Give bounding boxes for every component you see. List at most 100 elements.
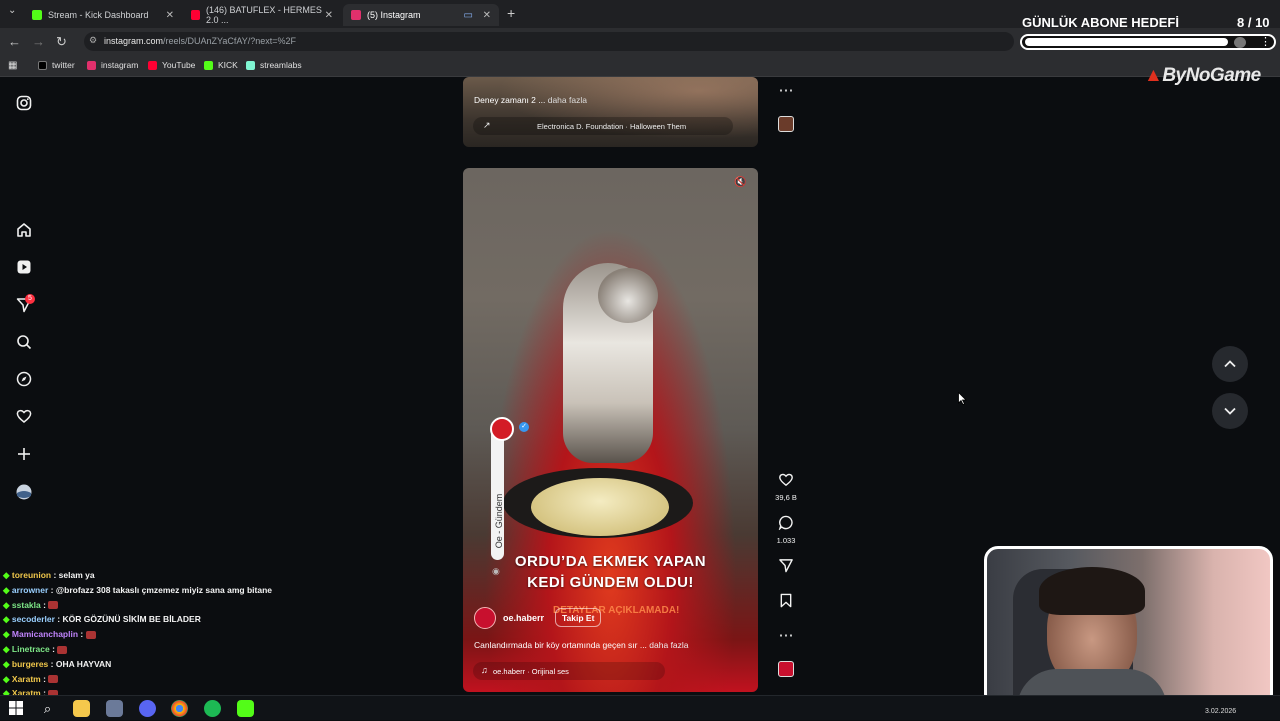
badge-icon: ◆ xyxy=(3,599,12,610)
reload-icon[interactable]: ↻ xyxy=(56,34,67,50)
bookmark-label: twitter xyxy=(52,60,75,70)
bookmark-streamlabs[interactable]: streamlabs xyxy=(246,60,302,70)
bookmarks-bar: ▦ twitter instagram YouTube KICK streaml… xyxy=(0,55,1280,77)
brand-logo: ▲ByNoGame xyxy=(1144,65,1261,87)
close-tab-icon[interactable]: ✕ xyxy=(166,10,174,21)
more-options-icon[interactable]: ⋯ xyxy=(775,627,797,645)
taskbar-date: 3.02.2026 xyxy=(1205,708,1237,715)
search-icon[interactable] xyxy=(15,334,33,352)
bookmark-kick[interactable]: KICK xyxy=(204,60,238,70)
sub-goal-count: 8 / 10 xyxy=(1237,15,1270,30)
emote-icon xyxy=(48,675,59,684)
more-link[interactable]: daha fazla xyxy=(649,640,688,650)
chat-username[interactable]: Mamicanchaplin xyxy=(12,629,78,639)
tab-kick-dashboard[interactable]: Stream - Kick Dashboard ✕ xyxy=(24,4,182,26)
channel-logo xyxy=(490,417,514,441)
kick-icon xyxy=(204,60,213,70)
badge-icon: ◆ xyxy=(3,570,12,580)
apps-icon[interactable]: ▦ xyxy=(8,60,17,71)
chat-username[interactable]: Xaratm xyxy=(12,674,41,684)
save-button[interactable] xyxy=(775,593,797,612)
audio-thumbnail[interactable] xyxy=(775,116,797,132)
instagram-icon xyxy=(351,10,361,20)
chat-username[interactable]: secoderler xyxy=(12,614,55,624)
forward-icon[interactable]: → xyxy=(32,34,45,49)
reel-headline-line1: ORDU’DA EKMEK YAPAN xyxy=(514,553,707,570)
url-path: /reels/DUAnZYaCfAY/?next=%2F xyxy=(163,36,297,46)
badge-icon: ◆ xyxy=(3,614,12,625)
search-icon[interactable]: ⌕ xyxy=(39,700,56,717)
audio-thumbnail[interactable] xyxy=(775,661,797,677)
new-tab-button[interactable]: + xyxy=(507,5,515,21)
cast-icon[interactable]: ▭ xyxy=(464,10,473,21)
discord-icon[interactable] xyxy=(139,700,156,717)
tab-list-icon[interactable]: ⌄ xyxy=(8,5,16,16)
profile-avatar[interactable] xyxy=(15,484,33,502)
close-tab-icon[interactable]: ✕ xyxy=(325,10,333,21)
back-icon[interactable]: ← xyxy=(8,34,21,49)
emote-icon xyxy=(85,630,96,639)
menu-icon[interactable]: ⋮ xyxy=(1260,35,1271,48)
instagram-logo-icon[interactable] xyxy=(15,95,33,113)
audio-label: Electronica D. Foundation · Halloween Th… xyxy=(537,122,687,131)
streamlabs-icon xyxy=(246,60,255,70)
more-options-icon[interactable]: ⋯ xyxy=(775,82,797,100)
share-button[interactable] xyxy=(775,558,797,577)
account-name[interactable]: oe.haberr xyxy=(503,613,544,623)
kick-icon[interactable] xyxy=(237,700,254,717)
share-audio-icon: ↗ xyxy=(483,120,491,130)
reel-card-previous[interactable]: Deney zamanı 2 ... daha fazla ↗ Electron… xyxy=(463,77,758,147)
comment-button[interactable]: 1.033 xyxy=(775,515,797,545)
chat-username[interactable]: Linetrace xyxy=(12,644,50,654)
create-icon[interactable] xyxy=(15,446,33,464)
explore-icon[interactable] xyxy=(15,371,33,389)
chat-username[interactable]: arrowner xyxy=(12,585,48,595)
close-tab-icon[interactable]: ✕ xyxy=(483,10,491,21)
follow-button[interactable]: Takip Et xyxy=(555,608,602,627)
chrome-icon[interactable] xyxy=(171,700,188,717)
chat-username[interactable]: burgeres xyxy=(12,659,48,669)
kick-icon xyxy=(32,10,42,20)
send-icon xyxy=(775,558,797,577)
brand-name: ByNoGame xyxy=(1162,65,1261,86)
bookmark-youtube[interactable]: YouTube xyxy=(148,60,195,70)
windows-start-icon[interactable] xyxy=(8,700,25,717)
chat-username[interactable]: sstakla xyxy=(12,600,41,610)
site-info-icon[interactable]: ⚙ xyxy=(89,35,97,46)
more-link[interactable]: daha fazla xyxy=(548,95,587,105)
chat-message: ◆ Xaratm : xyxy=(3,674,59,685)
bookmark-twitter[interactable]: twitter xyxy=(38,60,75,70)
youtube-icon xyxy=(148,60,157,70)
audio-label[interactable]: oe.haberr · Orijinal ses xyxy=(493,667,569,676)
previous-reel-button[interactable] xyxy=(1212,346,1248,382)
verified-icon: ✓ xyxy=(519,422,529,432)
chat-text: selam ya xyxy=(58,570,95,580)
heart-icon xyxy=(775,472,797,491)
chat-message: ◆ arrowner : @brofazz 308 takaslı çmzeme… xyxy=(3,584,272,595)
tab-youtube[interactable]: (146) BATUFLEX - HERMES 2.0 ... ✕ xyxy=(183,4,341,26)
chat-username[interactable]: toreunion xyxy=(12,570,51,580)
mute-icon[interactable]: 🔇 xyxy=(734,177,746,188)
bookmark-instagram[interactable]: instagram xyxy=(87,60,138,70)
next-reel-button[interactable] xyxy=(1212,393,1248,429)
tab-label: (5) Instagram xyxy=(367,10,421,20)
spotify-icon[interactable] xyxy=(204,700,221,717)
reel-video-bread xyxy=(531,478,669,536)
tab-instagram[interactable]: (5) Instagram ▭ ✕ xyxy=(343,4,499,26)
profile-icon[interactable] xyxy=(1234,37,1246,48)
reels-icon[interactable] xyxy=(15,259,33,277)
account-avatar[interactable] xyxy=(474,607,496,629)
messages-icon[interactable]: 5 xyxy=(15,294,35,315)
x-icon xyxy=(38,60,47,70)
tab-label: (146) BATUFLEX - HERMES 2.0 ... xyxy=(206,5,322,25)
home-icon[interactable] xyxy=(15,222,33,240)
notification-badge: 5 xyxy=(25,294,35,304)
chat-message: ◆ Linetrace : xyxy=(3,644,68,655)
badge-icon: ◆ xyxy=(3,644,12,654)
file-explorer-icon[interactable] xyxy=(73,700,90,717)
app-icon[interactable] xyxy=(106,700,123,717)
reel-card-current[interactable]: 🔇 ✓ Oe - Gündem ◉ ORDU’DA EKMEK YAPAN KE… xyxy=(463,168,758,692)
like-button[interactable]: 39,6 B xyxy=(775,472,797,502)
address-bar[interactable]: ⚙ instagram.com/reels/DUAnZYaCfAY/?next=… xyxy=(84,32,1014,51)
heart-icon[interactable] xyxy=(15,408,33,426)
